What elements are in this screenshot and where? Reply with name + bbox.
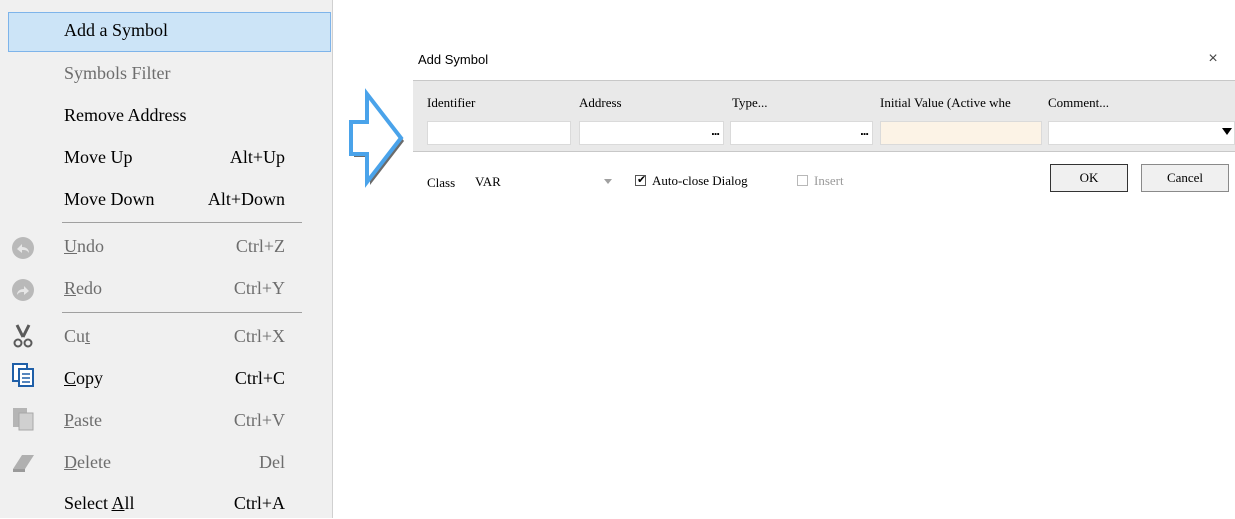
column-header-comment: Comment... bbox=[1048, 95, 1110, 110]
label-part: ndo bbox=[77, 236, 104, 256]
menu-item-label: Add a Symbol bbox=[64, 20, 169, 40]
auto-close-label: Auto-close Dialog bbox=[652, 173, 748, 188]
right-arrow-icon bbox=[349, 88, 404, 188]
access-key: D bbox=[64, 452, 77, 472]
menu-item-label: Cut bbox=[64, 326, 90, 347]
symbol-grid: Identifier Address Type... Initial Value… bbox=[413, 80, 1235, 152]
label-part: aste bbox=[74, 410, 102, 430]
identifier-input[interactable] bbox=[427, 121, 571, 145]
menu-item-move-down[interactable]: Move Down Alt+Down bbox=[0, 189, 333, 215]
access-key: U bbox=[64, 236, 77, 256]
menu-item-shortcut: Ctrl+X bbox=[233, 326, 285, 346]
menu-separator bbox=[62, 222, 302, 223]
ok-button[interactable]: OK bbox=[1050, 164, 1128, 192]
auto-close-checkbox[interactable]: ✔ bbox=[635, 173, 647, 186]
column-header-initial-value: Initial Value (Active whe bbox=[880, 95, 1011, 110]
menu-item-shortcut: Ctrl+Y bbox=[233, 278, 285, 298]
menu-item-add-a-symbol[interactable]: Add a Symbol bbox=[8, 12, 331, 52]
column-header-identifier: Identifier bbox=[427, 95, 476, 110]
cancel-button[interactable]: Cancel bbox=[1141, 164, 1229, 192]
menu-item-redo[interactable]: Redo Ctrl+Y bbox=[0, 278, 333, 304]
menu-item-shortcut: Ctrl+A bbox=[233, 493, 285, 513]
menu-item-shortcut: Alt+Down bbox=[207, 189, 285, 209]
insert-checkbox[interactable] bbox=[797, 175, 808, 186]
label-part: Cu bbox=[64, 326, 86, 346]
menu-item-copy[interactable]: Copy Ctrl+C bbox=[0, 368, 333, 394]
label-part: elete bbox=[77, 452, 111, 472]
menu-item-shortcut: Ctrl+C bbox=[234, 368, 285, 388]
class-select-value: VAR bbox=[475, 174, 501, 189]
menu-item-shortcut: Del bbox=[259, 452, 285, 472]
class-label: Class bbox=[427, 175, 456, 190]
menu-item-label: Copy bbox=[64, 368, 103, 389]
close-icon[interactable]: × bbox=[1203, 50, 1223, 68]
dialog-footer: Class VAR ✔ Auto-close Dialog Insert OK … bbox=[413, 152, 1235, 206]
menu-item-label: Undo bbox=[64, 236, 104, 257]
menu-item-move-up[interactable]: Move Up Alt+Up bbox=[0, 147, 333, 173]
menu-item-shortcut: Alt+Up bbox=[229, 147, 285, 167]
menu-item-remove-address[interactable]: Remove Address bbox=[0, 105, 333, 131]
chevron-down-icon[interactable] bbox=[1222, 128, 1232, 135]
check-icon: ✔ bbox=[637, 173, 647, 186]
comment-input[interactable] bbox=[1048, 121, 1235, 145]
access-key: C bbox=[64, 368, 77, 388]
address-input[interactable]: ... bbox=[579, 121, 724, 145]
menu-item-label: Move Down bbox=[64, 189, 155, 209]
menu-item-delete[interactable]: Delete Del bbox=[0, 452, 333, 478]
column-header-type: Type... bbox=[732, 95, 768, 110]
access-key: P bbox=[64, 410, 75, 430]
context-menu: Add a Symbol Symbols Filter Remove Addre… bbox=[0, 0, 333, 518]
menu-item-label: Move Up bbox=[64, 147, 133, 167]
menu-item-label: Select All bbox=[64, 493, 135, 514]
menu-item-label: Redo bbox=[64, 278, 102, 299]
menu-item-symbols-filter[interactable]: Symbols Filter bbox=[0, 63, 333, 89]
access-key: A bbox=[111, 493, 125, 513]
menu-item-paste[interactable]: Paste Ctrl+V bbox=[0, 410, 333, 436]
menu-item-label: Paste bbox=[64, 410, 102, 431]
menu-item-label: Symbols Filter bbox=[64, 63, 171, 83]
menu-item-shortcut: Ctrl+V bbox=[233, 410, 285, 430]
initial-value-input[interactable] bbox=[880, 121, 1042, 145]
menu-item-label: Remove Address bbox=[64, 105, 187, 125]
add-symbol-dialog: Add Symbol × Identifier Address Type... … bbox=[413, 46, 1235, 206]
label-part: ll bbox=[124, 493, 135, 513]
menu-separator bbox=[62, 312, 302, 313]
insert-label: Insert bbox=[814, 173, 844, 188]
label-part: opy bbox=[76, 368, 104, 388]
menu-item-select-all[interactable]: Select All Ctrl+A bbox=[0, 493, 333, 519]
menu-item-label: Delete bbox=[64, 452, 111, 473]
menu-item-undo[interactable]: Undo Ctrl+Z bbox=[0, 236, 333, 262]
label-part: Select bbox=[64, 493, 112, 513]
column-header-address: Address bbox=[579, 95, 622, 110]
menu-item-cut[interactable]: Cut Ctrl+X bbox=[0, 326, 333, 352]
browse-address-button[interactable]: ... bbox=[711, 123, 720, 138]
dialog-title: Add Symbol bbox=[418, 52, 489, 67]
access-key: R bbox=[64, 278, 77, 298]
class-select[interactable]: VAR bbox=[465, 168, 620, 194]
type-input[interactable]: ... bbox=[730, 121, 873, 145]
menu-item-shortcut: Ctrl+Z bbox=[235, 236, 285, 256]
browse-type-button[interactable]: ... bbox=[860, 123, 869, 138]
access-key: t bbox=[85, 326, 91, 346]
chevron-down-icon bbox=[604, 179, 612, 184]
label-part: edo bbox=[76, 278, 103, 298]
